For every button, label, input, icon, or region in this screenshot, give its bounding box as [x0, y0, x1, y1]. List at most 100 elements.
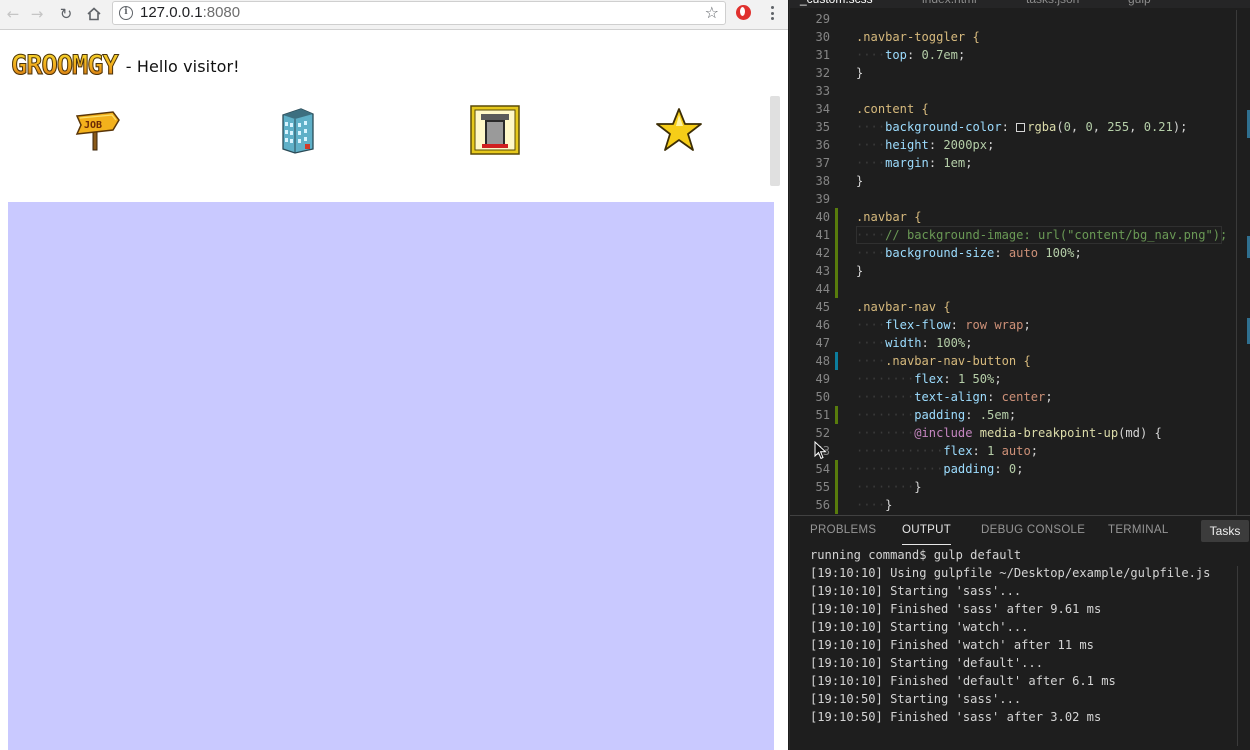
git-gutter-marker — [835, 406, 838, 424]
code-text[interactable]: ····width: 100%; — [856, 334, 973, 352]
code-text[interactable]: ····background-color: rgba(0, 0, 255, 0.… — [856, 118, 1187, 136]
line-number: 41 — [815, 228, 830, 242]
tab-tasks-json[interactable]: tasks.json — [1026, 0, 1079, 8]
line-number: 29 — [815, 12, 830, 26]
line-number: 36 — [815, 138, 830, 152]
code-line[interactable]: 37 ····margin: 1em; — [790, 154, 1250, 172]
code-line[interactable]: 40 .navbar { — [790, 208, 1250, 226]
code-text[interactable]: .navbar { — [856, 208, 922, 226]
code-line[interactable]: 38} — [790, 172, 1250, 190]
door-icon[interactable] — [468, 103, 522, 157]
code-line[interactable]: 43} — [790, 262, 1250, 280]
code-text[interactable]: ····height: 2000px; — [856, 136, 994, 154]
code-line[interactable]: 33 — [790, 82, 1250, 100]
code-line[interactable]: 42 ····background-size: auto 100%; — [790, 244, 1250, 262]
code-line[interactable]: 49 ········flex: 1 50%; — [790, 370, 1250, 388]
opera-icon[interactable] — [736, 5, 751, 20]
code-text[interactable]: ········padding: .5em; — [856, 406, 1016, 424]
tab-output[interactable]: OUTPUT — [902, 524, 952, 545]
kebab-menu-icon[interactable] — [765, 3, 779, 23]
content-area — [8, 202, 774, 750]
back-arrow-icon[interactable]: ← — [2, 3, 24, 25]
code-line[interactable]: 29 — [790, 10, 1250, 28]
line-number: 38 — [815, 174, 830, 188]
code-text[interactable]: } — [856, 64, 863, 82]
code-text[interactable]: } — [856, 172, 863, 190]
code-line[interactable]: 31 ····top: 0.7em; — [790, 46, 1250, 64]
url-text[interactable]: 127.0.0.1:8080 — [140, 4, 240, 21]
code-line[interactable]: 36 ····height: 2000px; — [790, 136, 1250, 154]
code-line[interactable]: 51 ········padding: .5em; — [790, 406, 1250, 424]
line-number: 48 — [815, 354, 830, 368]
reload-icon[interactable]: ↻ — [55, 3, 77, 25]
code-editor: _custom.scss index.html tasks.json gulp … — [789, 0, 1250, 750]
task-selector[interactable]: Tasks — [1201, 520, 1249, 542]
navbar-nav: JOB — [0, 99, 788, 159]
code-text[interactable]: ····top: 0.7em; — [856, 46, 965, 64]
home-icon[interactable] — [83, 3, 105, 25]
editor-scrollbar[interactable] — [1236, 10, 1237, 515]
code-text[interactable]: ····margin: 1em; — [856, 154, 973, 172]
code-line[interactable]: 54 ············padding: 0; — [790, 460, 1250, 478]
code-line[interactable]: 39 — [790, 190, 1250, 208]
groomgy-logo[interactable]: GROOMGY — [11, 52, 120, 80]
code-text[interactable]: .content { — [856, 100, 929, 118]
code-text[interactable]: ····background-size: auto 100%; — [856, 244, 1082, 262]
tab-debug-console[interactable]: DEBUG CONSOLE — [981, 524, 1085, 536]
code-text[interactable]: } — [856, 262, 863, 280]
tab-gulp[interactable]: gulp — [1128, 0, 1151, 8]
code-text[interactable]: ········} — [856, 478, 922, 496]
code-text[interactable]: ········@include media-breakpoint-up(md)… — [856, 424, 1162, 442]
line-number: 45 — [815, 300, 830, 314]
page-scrollbar[interactable] — [770, 96, 780, 186]
code-line[interactable]: 30 .navbar-toggler { — [790, 28, 1250, 46]
code-text[interactable]: ····flex-flow: row wrap; — [856, 316, 1031, 334]
address-bar[interactable]: i 127.0.0.1:8080 ☆ — [112, 1, 726, 25]
line-number: 34 — [815, 102, 830, 116]
code-text[interactable]: ····.navbar-nav-button { — [856, 352, 1031, 370]
git-gutter-marker — [835, 478, 838, 496]
code-line[interactable]: 48 ····.navbar-nav-button { — [790, 352, 1250, 370]
line-number: 51 — [815, 408, 830, 422]
tab-custom-scss[interactable]: _custom.scss — [800, 0, 873, 8]
job-sign-icon[interactable]: JOB — [70, 103, 124, 157]
code-text[interactable]: ········flex: 1 50%; — [856, 370, 1002, 388]
tab-terminal[interactable]: TERMINAL — [1108, 524, 1169, 536]
code-line[interactable]: 47 ····width: 100%; — [790, 334, 1250, 352]
code-line[interactable]: 52 ········@include media-breakpoint-up(m… — [790, 424, 1250, 442]
navbar-brand[interactable]: GROOMGY - Hello visitor! — [11, 51, 240, 81]
code-line[interactable]: 46 ····flex-flow: row wrap; — [790, 316, 1250, 334]
line-number: 52 — [815, 426, 830, 440]
panel-scrollbar[interactable] — [1237, 566, 1238, 746]
code-line[interactable]: 53············flex: 1 auto; — [790, 442, 1250, 460]
code-text[interactable]: ········text-align: center; — [856, 388, 1053, 406]
star-icon[interactable]: ☆ — [705, 3, 719, 22]
code-line[interactable]: 34 .content { — [790, 100, 1250, 118]
editor-tab-bar: _custom.scss index.html tasks.json gulp — [790, 0, 1250, 8]
code-line[interactable]: 32} — [790, 64, 1250, 82]
code-line[interactable]: 55 ········} — [790, 478, 1250, 496]
tab-index-html[interactable]: index.html — [922, 0, 977, 8]
output-log[interactable]: running command$ gulp default [19:10:10] … — [810, 546, 1240, 726]
code-area[interactable]: 29 30 .navbar-toggler {31 ····top: 0.7em; 32… — [790, 10, 1250, 515]
code-text[interactable]: ····} — [856, 496, 892, 514]
git-gutter-marker — [835, 244, 838, 262]
code-text[interactable]: ············padding: 0; — [856, 460, 1023, 478]
line-number: 44 — [815, 282, 830, 296]
code-line[interactable]: 56 ····} — [790, 496, 1250, 514]
code-text[interactable]: .navbar-toggler { — [856, 28, 980, 46]
star-icon[interactable] — [652, 103, 706, 157]
tab-problems[interactable]: PROBLEMS — [810, 524, 876, 536]
forward-arrow-icon[interactable]: → — [26, 3, 48, 25]
code-line[interactable]: 44 — [790, 280, 1250, 298]
browser-window: ← → ↻ i 127.0.0.1:8080 ☆ GROOMGY - Hello… — [0, 0, 788, 750]
line-number: 30 — [815, 30, 830, 44]
info-icon[interactable]: i — [119, 6, 133, 20]
code-text[interactable]: ············flex: 1 auto; — [856, 442, 1038, 460]
code-line[interactable]: 50 ········text-align: center; — [790, 388, 1250, 406]
line-number: 46 — [815, 318, 830, 332]
building-icon[interactable] — [270, 103, 324, 157]
code-line[interactable]: 45 .navbar-nav { — [790, 298, 1250, 316]
code-text[interactable]: .navbar-nav { — [856, 298, 951, 316]
code-line[interactable]: 35 ····background-color: rgba(0, 0, 255, … — [790, 118, 1250, 136]
